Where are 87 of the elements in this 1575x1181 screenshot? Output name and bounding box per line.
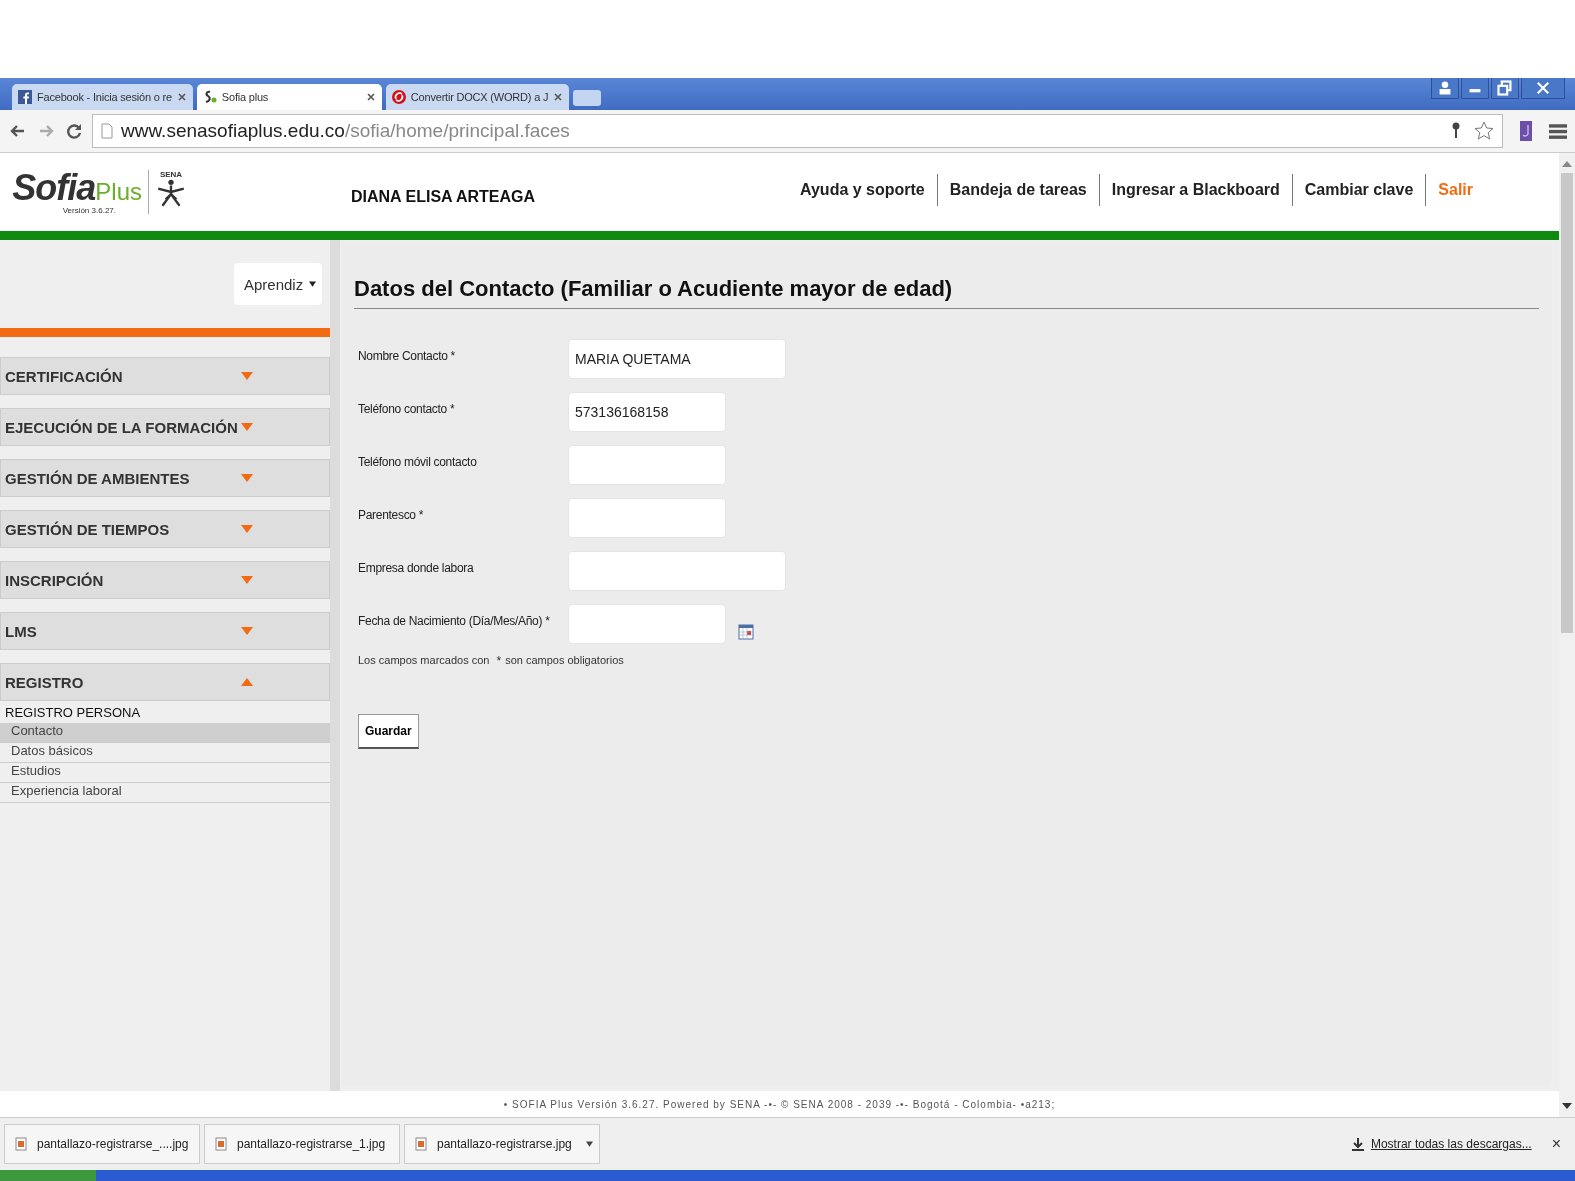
submenu-title: REGISTRO PERSONA — [4, 705, 142, 722]
submenu-item[interactable]: Experiencia laboral — [0, 783, 330, 803]
form-title: Datos del Contacto (Familiar o Acudiente mayor de edad) — [354, 276, 1539, 309]
minimize-icon[interactable] — [1461, 78, 1489, 99]
user-name: DIANA ELISA ARTEAGA — [351, 188, 535, 206]
caret-icon — [309, 281, 316, 287]
address-field[interactable]: www.senasofiaplus.edu.co/sofia/home/principal.faces — [92, 114, 1503, 148]
expand-icon — [241, 525, 253, 533]
download-item[interactable]: pantallazo-registrarse_1.jpg — [204, 1124, 400, 1164]
header-link[interactable]: Cambiar clave — [1304, 181, 1414, 199]
menu-item[interactable]: REGISTRO — [0, 663, 330, 701]
submenu-item[interactable]: Contacto — [0, 723, 330, 743]
note-text: son campos obligatorios — [505, 654, 624, 666]
header-link[interactable]: Ayuda y soporte — [800, 181, 925, 199]
close-icon[interactable] — [1521, 78, 1565, 99]
image-file-icon — [215, 1137, 227, 1151]
required-mark: * — [418, 508, 424, 522]
required-mark: * — [449, 402, 455, 416]
input-field[interactable] — [568, 604, 726, 644]
scroll-thumb[interactable] — [1561, 173, 1573, 633]
image-file-icon — [15, 1137, 27, 1151]
input-field[interactable] — [568, 551, 786, 591]
collapse-icon — [241, 678, 253, 686]
input-field[interactable]: 573136168158 — [568, 392, 726, 432]
calendar-icon[interactable] — [738, 624, 754, 640]
menu-item[interactable]: EJECUCIÓN DE LA FORMACIÓN — [0, 408, 330, 446]
convert-icon — [391, 90, 406, 104]
expand-icon — [241, 627, 253, 635]
start-button[interactable] — [0, 1170, 96, 1181]
field-label: Parentesco — [358, 508, 416, 522]
extension-icon[interactable] — [1517, 120, 1535, 142]
page-icon — [101, 123, 113, 139]
input-field[interactable]: MARIA QUETAMA — [568, 339, 786, 379]
role-select[interactable]: Aprendiz — [234, 263, 322, 305]
sena-logo-text: SENA — [159, 170, 183, 179]
input-field[interactable] — [568, 445, 726, 485]
submenu-item[interactable]: Datos básicos — [0, 743, 330, 763]
header-link[interactable]: Bandeja de tareas — [949, 181, 1087, 199]
new-tab-button[interactable] — [573, 90, 602, 106]
expand-icon — [241, 372, 253, 380]
expand-icon — [241, 576, 253, 584]
image-file-icon — [415, 1137, 427, 1151]
scroll-up-icon[interactable] — [1562, 159, 1572, 167]
expand-icon — [241, 474, 253, 482]
close-icon[interactable] — [553, 92, 564, 102]
sofia-icon — [202, 90, 217, 104]
browser-tab[interactable]: Sofia plus — [196, 84, 382, 110]
field-label: Teléfono móvil contacto — [358, 455, 477, 469]
menu-item[interactable]: CERTIFICACIÓN — [0, 357, 330, 395]
save-button[interactable]: Guardar — [358, 714, 419, 749]
star-icon[interactable] — [1474, 121, 1494, 141]
person-logo-icon — [155, 179, 187, 207]
version-label: Versión 3.6.27. — [62, 205, 116, 215]
required-mark: * — [545, 614, 550, 628]
required-mark: * — [450, 349, 455, 363]
submenu-item[interactable]: Estudios — [0, 763, 330, 783]
reload-icon[interactable] — [64, 121, 84, 141]
note-text: Los campos marcados con — [358, 654, 490, 666]
download-icon — [1350, 1137, 1365, 1151]
required-mark: * — [496, 654, 502, 668]
footer-text: • SOFIA Plus Versión 3.6.27. Powered by SENA -•- © SENA 2008 - 2039 -•- Bogotá - Colombia- •a213; — [503, 1098, 1056, 1110]
field-label: Nombre Contacto — [358, 349, 448, 363]
user-icon[interactable] — [1431, 78, 1459, 99]
close-icon[interactable] — [176, 92, 187, 102]
close-icon[interactable] — [365, 92, 376, 102]
download-item[interactable]: pantallazo-registrarse.jpg — [404, 1124, 600, 1164]
expand-icon — [241, 423, 253, 431]
menu-item[interactable]: GESTIÓN DE AMBIENTES — [0, 459, 330, 497]
restore-icon[interactable] — [1491, 78, 1519, 99]
logo: SofiaPlus — [12, 169, 142, 206]
input-field[interactable] — [568, 498, 726, 538]
menu-item[interactable]: INSCRIPCIÓN — [0, 561, 330, 599]
menu-item[interactable]: GESTIÓN DE TIEMPOS — [0, 510, 330, 548]
field-label: Empresa donde labora — [358, 561, 474, 575]
field-label: Teléfono contacto — [358, 402, 447, 416]
show-all-downloads-link[interactable]: Mostrar todas las descargas... — [1370, 1137, 1532, 1151]
browser-tab[interactable]: Facebook - Inicia sesión o re — [12, 84, 193, 110]
scroll-down-icon[interactable] — [1562, 1103, 1572, 1111]
facebook-icon — [18, 90, 32, 104]
field-label: Fecha de Nacimiento (Día/Mes/Año) — [358, 614, 543, 628]
browser-tab[interactable]: Convertir DOCX (WORD) a J — [385, 84, 570, 110]
caret-icon[interactable] — [586, 1141, 593, 1147]
menu-item[interactable]: LMS — [0, 612, 330, 650]
close-button[interactable]: × — [1551, 1135, 1561, 1153]
scrollbar[interactable] — [1559, 153, 1575, 1117]
download-item[interactable]: pantallazo-registrarse_....jpg — [4, 1124, 200, 1164]
header-link[interactable]: Ingresar a Blackboard — [1111, 181, 1280, 199]
